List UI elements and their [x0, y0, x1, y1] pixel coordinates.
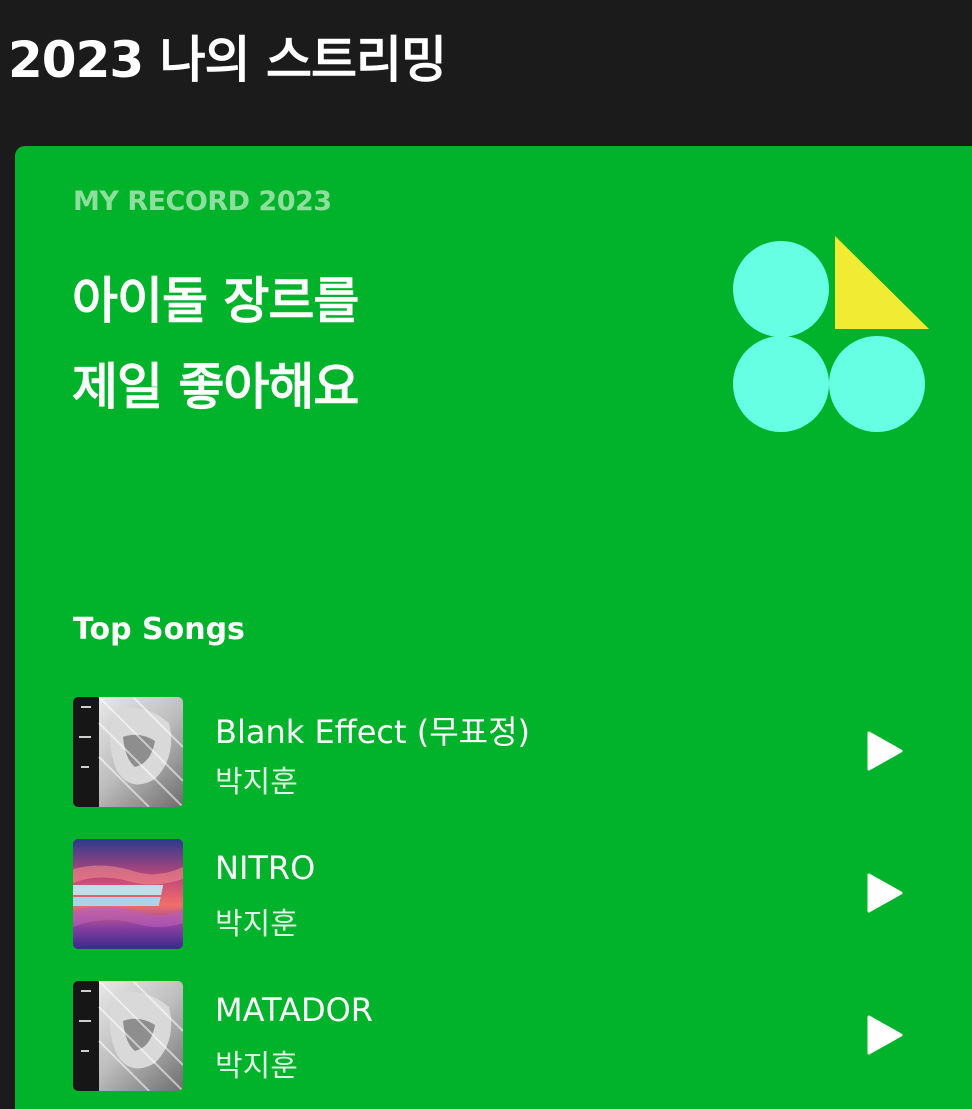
song-title: Blank Effect (무표정): [215, 713, 530, 751]
album-art-nitro: [73, 839, 183, 949]
record-label: MY RECORD 2023: [73, 186, 332, 217]
album-art-matador: [73, 981, 183, 1091]
shape-circle-bottom-left: [733, 336, 829, 432]
album-art-blank-effect: [73, 697, 183, 807]
song-artist: 박지훈: [215, 765, 298, 800]
song-artist: 박지훈: [215, 1049, 298, 1084]
streaming-record-card: MY RECORD 2023 아이돌 장르를 제일 좋아해요 Top Songs: [15, 146, 972, 1109]
song-title: NITRO: [215, 849, 316, 887]
headline-line-1: 아이돌 장르를: [72, 272, 359, 330]
top-songs-list: Blank Effect (무표정) 박지훈 NITRO 박지훈 MATADOR…: [73, 697, 933, 1109]
genre-shapes-icon: [733, 236, 929, 432]
shape-circle-bottom-right: [829, 336, 925, 432]
genre-headline: 아이돌 장르를 제일 좋아해요: [72, 258, 359, 430]
page: 2023 나의 스트리밍 MY RECORD 2023 아이돌 장르를 제일 좋…: [0, 0, 972, 1109]
headline-line-2: 제일 좋아해요: [72, 358, 359, 416]
song-item-1[interactable]: Blank Effect (무표정) 박지훈: [73, 697, 933, 807]
shape-triangle: [835, 236, 929, 329]
song-item-3[interactable]: MATADOR 박지훈: [73, 981, 933, 1091]
song-item-2[interactable]: NITRO 박지훈: [73, 839, 933, 949]
top-songs-heading: Top Songs: [73, 612, 245, 647]
song-title: MATADOR: [215, 991, 374, 1029]
song-artist: 박지훈: [215, 907, 298, 942]
page-title: 2023 나의 스트리밍: [8, 31, 447, 89]
shape-circle-top-left: [733, 241, 829, 337]
play-icon[interactable]: [865, 1015, 905, 1055]
play-icon[interactable]: [865, 873, 905, 913]
play-icon[interactable]: [865, 731, 905, 771]
